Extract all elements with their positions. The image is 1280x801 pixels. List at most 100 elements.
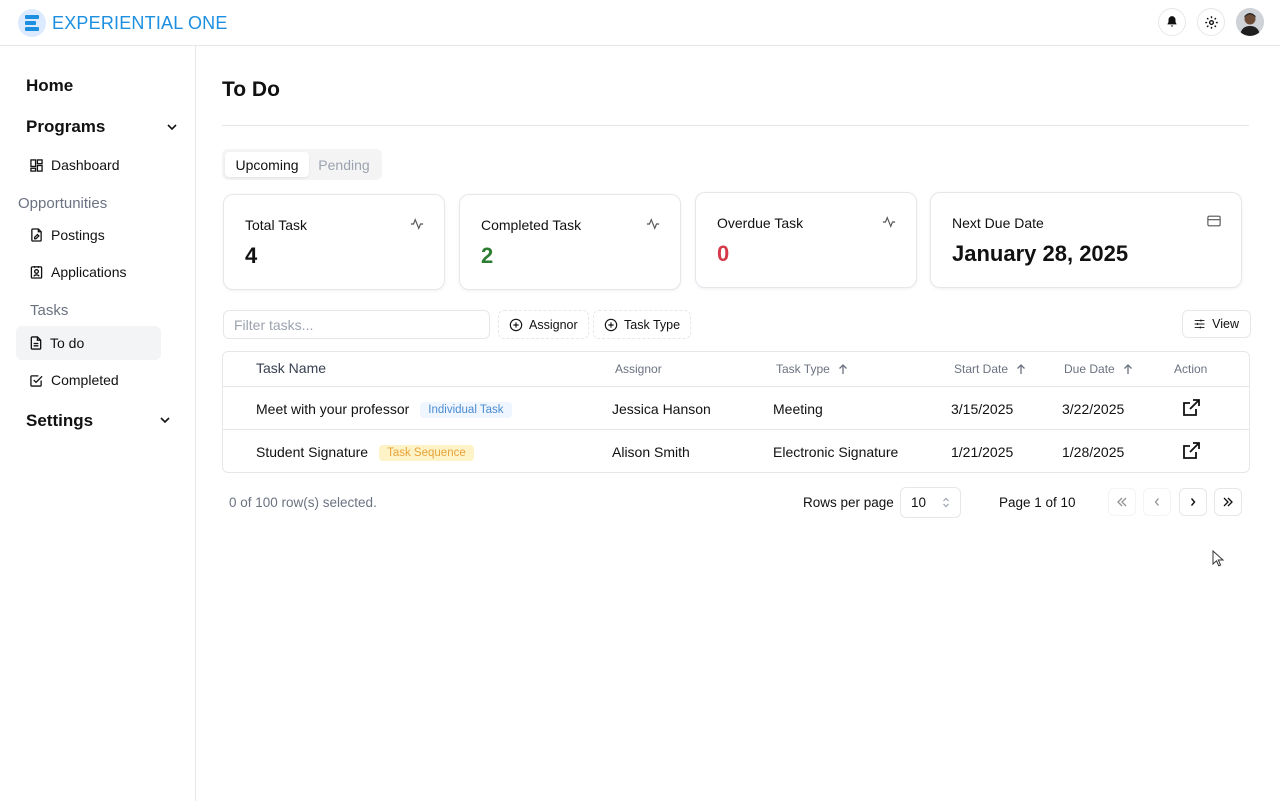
cell-assignor: Jessica Hanson <box>612 401 711 417</box>
cell-task-type: Meeting <box>773 401 823 417</box>
task-badge: Task Sequence <box>379 445 474 461</box>
next-page-button[interactable] <box>1179 488 1207 516</box>
brand-name: EXPERIENTIAL ONE <box>52 12 228 33</box>
rows-selected-text: 0 of 100 row(s) selected. <box>229 495 377 510</box>
tab-upcoming[interactable]: Upcoming <box>225 152 309 177</box>
rows-per-page-label: Rows per page <box>803 495 894 510</box>
task-type-filter-button[interactable]: Task Type <box>593 310 692 339</box>
chevron-right-icon <box>1190 498 1196 506</box>
sidebar-item-dashboard[interactable]: Dashboard <box>16 148 161 182</box>
stat-value: 0 <box>717 241 730 266</box>
stat-card-total: Total Task 4 <box>223 194 445 290</box>
table-row[interactable]: Meet with your professor Individual Task … <box>223 386 1249 429</box>
tasks-table: Task Name Assignor Task Type Start Date … <box>222 351 1250 473</box>
dashboard-icon <box>30 158 43 172</box>
rows-per-page-select[interactable]: 10 <box>900 487 961 518</box>
id-badge-icon <box>30 265 43 279</box>
stat-label: Completed Task <box>481 217 582 233</box>
activity-icon <box>646 218 660 230</box>
arrow-up-icon <box>838 363 847 374</box>
sidebar-item-completed[interactable]: Completed <box>16 363 161 397</box>
stat-label: Overdue Task <box>717 215 804 231</box>
assignor-filter-label: Assignor <box>529 317 578 332</box>
sidebar-item-label: Completed <box>51 372 119 388</box>
chevron-up-down-icon <box>943 497 949 508</box>
stat-label: Next Due Date <box>952 215 1044 231</box>
document-icon <box>30 336 42 350</box>
activity-icon <box>882 216 896 228</box>
sidebar-item-label: To do <box>50 335 85 351</box>
sidebar: Home Programs Dashboard Opportunities Po… <box>0 46 196 801</box>
chevrons-left-icon <box>1117 497 1127 507</box>
cell-task-name: Student Signature Task Sequence <box>256 444 474 461</box>
view-options-button[interactable]: View <box>1182 310 1251 338</box>
last-page-button[interactable] <box>1214 488 1242 516</box>
stat-card-overdue: Overdue Task 0 <box>695 192 917 288</box>
arrow-up-icon <box>1123 363 1132 374</box>
view-options-label: View <box>1212 317 1239 331</box>
tab-pending[interactable]: Pending <box>309 152 379 177</box>
mouse-cursor-icon <box>1212 550 1224 567</box>
checkbox-checked-icon <box>30 374 43 387</box>
stat-value: 2 <box>481 243 494 268</box>
chevron-left-icon <box>1154 498 1159 506</box>
stat-label: Total Task <box>245 217 307 233</box>
assignor-filter-button[interactable]: Assignor <box>498 310 589 339</box>
sidebar-item-label: Dashboard <box>51 157 120 173</box>
sidebar-item-todo[interactable]: To do <box>16 326 161 360</box>
chevrons-right-icon <box>1223 497 1233 507</box>
filter-tasks-input[interactable] <box>223 310 490 339</box>
notifications-bell-icon[interactable] <box>1158 8 1186 36</box>
sidebar-item-postings[interactable]: Postings <box>16 218 161 252</box>
chevron-down-icon[interactable] <box>159 414 171 426</box>
document-edit-icon <box>31 228 42 242</box>
tab-list: Upcoming Pending <box>222 149 382 180</box>
cell-task-name: Meet with your professor Individual Task <box>256 401 512 418</box>
chevron-down-icon[interactable] <box>166 121 178 133</box>
settings-gear-icon[interactable] <box>1197 8 1225 36</box>
activity-icon <box>410 218 424 230</box>
plus-circle-icon <box>509 318 523 331</box>
rows-per-page-value: 10 <box>911 495 927 510</box>
stat-card-completed: Completed Task 2 <box>459 194 681 290</box>
sidebar-section-opportunities: Opportunities <box>18 195 108 212</box>
sidebar-item-home[interactable]: Home <box>26 76 73 96</box>
column-header-task-name[interactable]: Task Name <box>256 360 326 376</box>
cell-start-date: 1/21/2025 <box>951 444 1014 460</box>
column-header-start-date[interactable]: Start Date <box>954 362 1026 376</box>
credit-card-icon <box>1207 215 1221 227</box>
arrow-up-icon <box>1017 363 1025 374</box>
sliders-icon <box>1194 319 1205 329</box>
sidebar-item-label: Applications <box>51 264 127 280</box>
plus-circle-icon <box>604 318 618 331</box>
external-link-icon[interactable] <box>1181 398 1201 418</box>
page-indicator: Page 1 of 10 <box>999 495 1076 510</box>
sidebar-item-applications[interactable]: Applications <box>16 255 161 289</box>
first-page-button[interactable] <box>1108 488 1136 516</box>
cell-due-date: 3/22/2025 <box>1062 401 1125 417</box>
cell-assignor: Alison Smith <box>612 444 690 460</box>
task-badge: Individual Task <box>420 402 512 418</box>
external-link-icon[interactable] <box>1181 441 1201 461</box>
stat-card-next-due: Next Due Date January 28, 2025 <box>930 192 1242 288</box>
sidebar-item-settings[interactable]: Settings <box>26 411 93 431</box>
brand-logo-icon <box>18 9 46 37</box>
sidebar-item-programs[interactable]: Programs <box>26 117 105 137</box>
cell-task-type: Electronic Signature <box>773 444 899 460</box>
brand[interactable]: EXPERIENTIAL ONE <box>18 9 228 37</box>
previous-page-button[interactable] <box>1143 488 1171 516</box>
column-header-task-type[interactable]: Task Type <box>776 362 848 376</box>
column-header-due-date[interactable]: Due Date <box>1064 362 1133 376</box>
cell-start-date: 3/15/2025 <box>951 401 1014 417</box>
user-avatar[interactable] <box>1236 8 1264 36</box>
page-title: To Do <box>222 78 280 101</box>
sidebar-section-tasks: Tasks <box>30 302 69 319</box>
top-bar: EXPERIENTIAL ONE <box>0 0 1280 46</box>
column-header-assignor[interactable]: Assignor <box>615 362 662 376</box>
divider <box>222 125 1249 126</box>
cell-due-date: 1/28/2025 <box>1062 444 1125 460</box>
table-row[interactable]: Student Signature Task Sequence Alison Sm… <box>223 429 1249 472</box>
task-type-filter-label: Task Type <box>624 317 681 332</box>
stat-value: 4 <box>245 243 258 268</box>
sidebar-item-label: Postings <box>51 227 105 243</box>
